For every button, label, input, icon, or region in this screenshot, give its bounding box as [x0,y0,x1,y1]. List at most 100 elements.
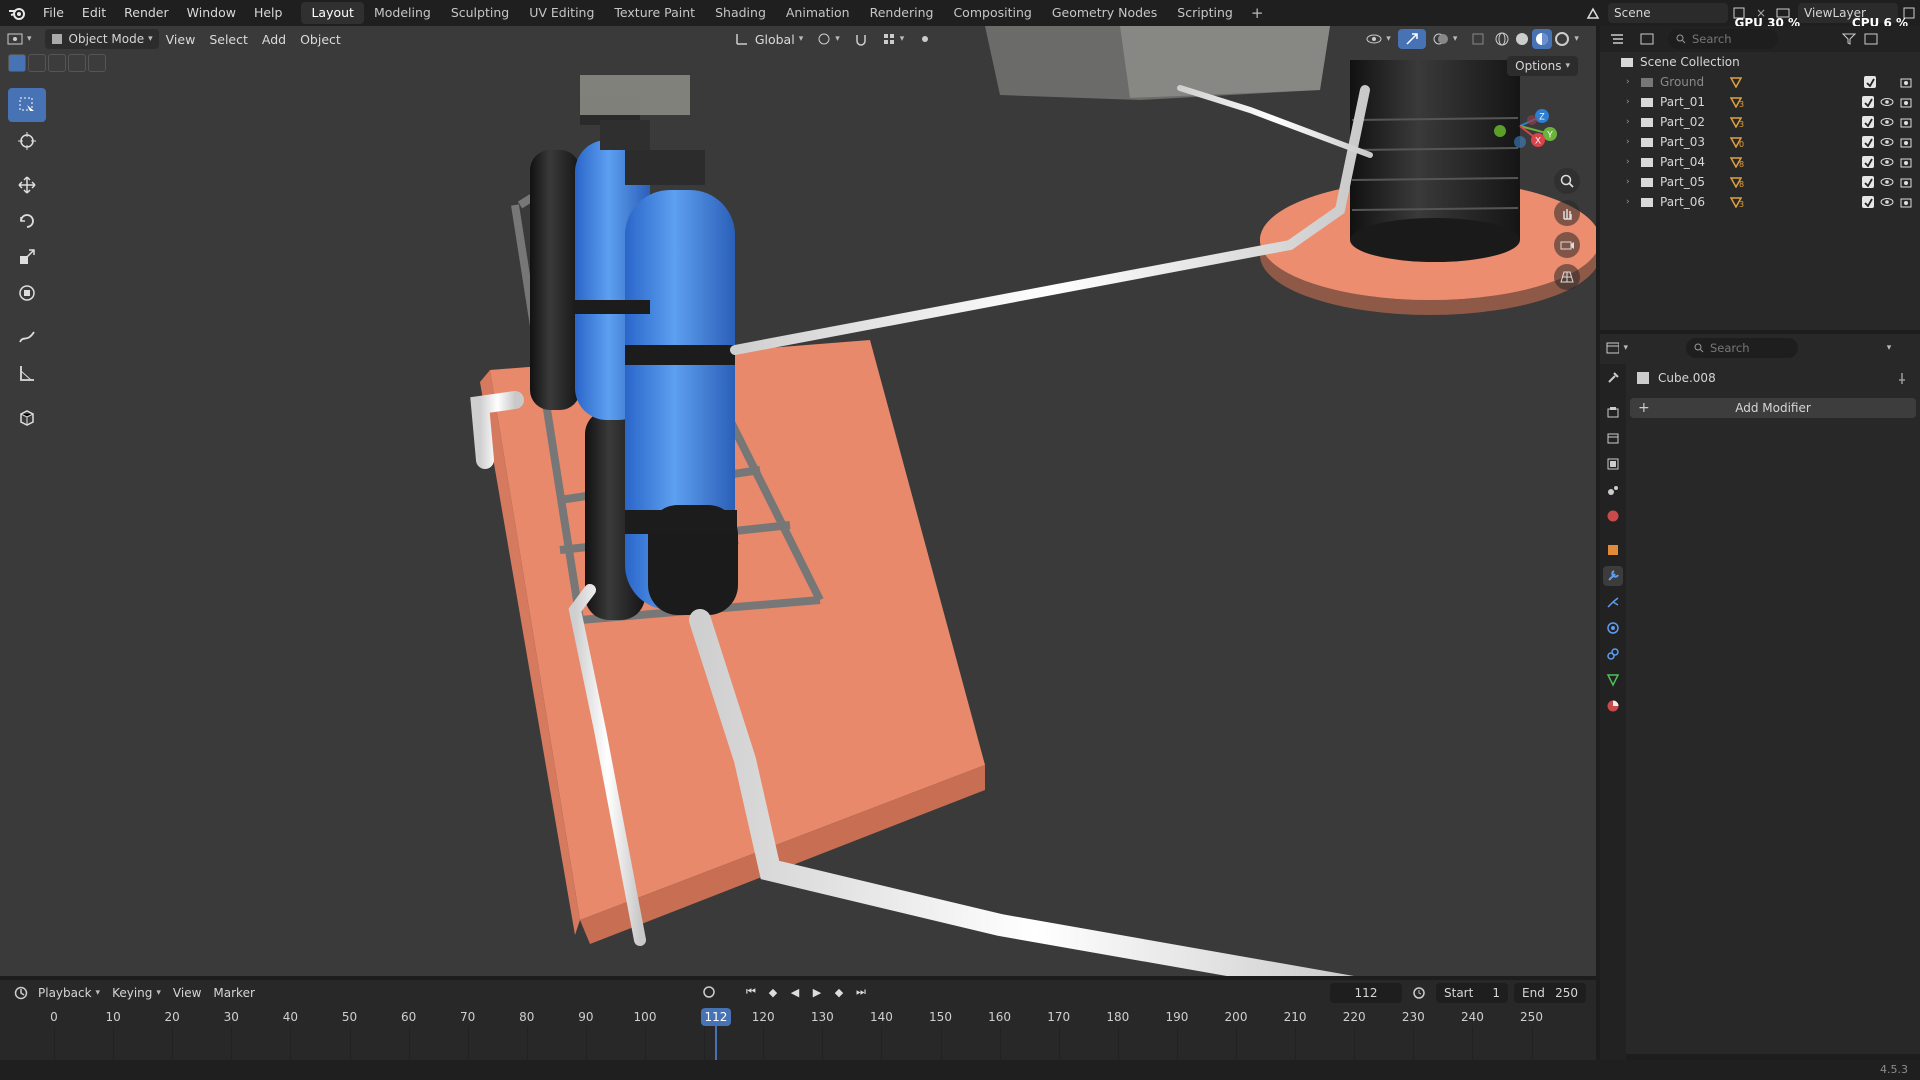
outliner-row-part-02[interactable]: › Part_02 3 [1600,112,1920,132]
cursor-tool-icon[interactable] [8,124,46,158]
material-tab-icon[interactable] [1603,696,1623,716]
constraints-tab-icon[interactable] [1603,644,1623,664]
scene-field[interactable]: Scene [1608,3,1728,23]
camera-render-icon[interactable] [1900,156,1912,168]
play-reverse-icon[interactable]: ◀ [786,983,804,1001]
expand-arrow-icon[interactable]: › [1626,177,1640,187]
expand-arrow-icon[interactable]: › [1626,157,1640,167]
visibility-icon[interactable]: ▾ [1359,29,1398,49]
3d-viewport[interactable]: ▾ Object Mode ▾ View Select Add Object Gl… [0,26,1596,976]
scene-collection-row[interactable]: Scene Collection [1600,52,1920,72]
tab-layout[interactable]: Layout [301,2,364,24]
select-extend-icon[interactable] [28,54,46,72]
timeline-menu-playback[interactable]: Playback ▾ [32,986,106,1000]
physics-tab-icon[interactable] [1603,618,1623,638]
current-frame-field[interactable]: 112 [1330,983,1402,1003]
expand-arrow-icon[interactable]: › [1626,117,1640,127]
playhead-line[interactable] [714,1026,717,1060]
output-tab-icon[interactable] [1603,428,1623,448]
xray-icon[interactable] [1464,29,1492,49]
object-tab-icon[interactable] [1603,540,1623,560]
expand-arrow-icon[interactable]: › [1626,97,1640,107]
timeline-menu-keying[interactable]: Keying ▾ [106,986,167,1000]
select-subtract-icon[interactable] [48,54,66,72]
tab-compositing[interactable]: Compositing [943,2,1041,24]
pivot-point-icon[interactable]: ▾ [810,29,847,49]
viewport-menu-object[interactable]: Object [293,29,348,49]
snap-grid-icon[interactable]: ▾ [875,29,912,49]
tool-tab-icon[interactable] [1603,368,1623,388]
expand-arrow-icon[interactable]: › [1626,77,1640,87]
measure-tool-icon[interactable] [8,356,46,390]
expand-arrow-icon[interactable]: › [1626,197,1640,207]
scene-tab-icon[interactable] [1603,480,1623,500]
eye-icon[interactable] [1880,97,1894,107]
camera-render-icon[interactable] [1900,116,1912,128]
end-frame-field[interactable]: End 250 [1514,983,1586,1003]
viewport-menu-select[interactable]: Select [202,29,255,49]
display-mode-icon[interactable] [1636,29,1658,49]
select-new-icon[interactable] [8,54,26,72]
timeline-menu-view[interactable]: View [167,986,207,1000]
editor-type-icon[interactable]: ▾ [0,29,39,49]
shading-material-icon[interactable] [1532,29,1553,49]
exclude-checkbox[interactable] [1862,136,1874,148]
outliner-row-part-05[interactable]: › Part_05 8 [1600,172,1920,192]
outliner-row-part-01[interactable]: › Part_01 3 [1600,92,1920,112]
menu-render[interactable]: Render [115,0,178,26]
menu-help[interactable]: Help [245,0,292,26]
jump-start-icon[interactable]: ⏮ [742,983,760,1001]
outliner-row-part-06[interactable]: › Part_06 3 [1600,192,1920,212]
tab-scripting[interactable]: Scripting [1167,2,1243,24]
shading-rendered-icon[interactable]: ▾ [1552,29,1581,49]
camera-render-icon[interactable] [1900,196,1912,208]
current-frame-marker[interactable]: 112 [700,1008,731,1026]
camera-render-icon[interactable] [1900,176,1912,188]
exclude-checkbox[interactable] [1864,76,1876,88]
tab-modeling[interactable]: Modeling [364,2,441,24]
select-box-tool-icon[interactable] [8,88,46,122]
modifier-tab-icon[interactable] [1603,566,1623,586]
eye-icon[interactable] [1880,177,1894,187]
scene-selector-icon[interactable] [1582,3,1604,23]
expand-arrow-icon[interactable]: › [1626,137,1640,147]
scale-tool-icon[interactable] [8,240,46,274]
object-mode-select[interactable]: Object Mode ▾ [44,29,159,49]
proportional-edit-icon[interactable] [911,29,939,49]
add-workspace-icon[interactable]: + [1243,4,1272,22]
pan-hand-icon[interactable] [1554,200,1580,226]
eye-icon[interactable] [1880,137,1894,147]
menu-window[interactable]: Window [178,0,245,26]
perspective-grid-icon[interactable] [1554,264,1580,290]
view-layer-tab-icon[interactable] [1603,454,1623,474]
shading-wireframe-icon[interactable] [1492,29,1512,49]
pin-icon[interactable] [1896,372,1908,384]
outliner-row-part-03[interactable]: › Part_03 0 [1600,132,1920,152]
particles-tab-icon[interactable] [1603,592,1623,612]
transform-orientation-select[interactable]: Global ▾ [728,29,810,49]
timeline-ruler[interactable]: 0102030405060708090100112013014015016017… [0,1006,1596,1060]
properties-editor-type-icon[interactable]: ▾ [1606,338,1628,358]
tab-animation[interactable]: Animation [776,2,860,24]
eye-icon[interactable] [1880,197,1894,207]
eye-icon[interactable] [1880,157,1894,167]
world-tab-icon[interactable] [1603,506,1623,526]
prev-keyframe-icon[interactable]: ◆ [764,983,782,1001]
annotate-tool-icon[interactable] [8,320,46,354]
next-keyframe-icon[interactable]: ◆ [830,983,848,1001]
exclude-checkbox[interactable] [1862,176,1874,188]
select-invert-icon[interactable] [68,54,86,72]
tab-shading[interactable]: Shading [705,2,776,24]
exclude-checkbox[interactable] [1862,96,1874,108]
eye-icon[interactable] [1880,117,1894,127]
start-frame-field[interactable]: Start 1 [1436,983,1508,1003]
add-modifier-button[interactable]: + Add Modifier [1630,398,1916,418]
outliner-row-ground[interactable]: › Ground [1600,72,1920,92]
tab-sculpting[interactable]: Sculpting [441,2,519,24]
blender-logo-icon[interactable] [0,0,34,26]
zoom-icon[interactable] [1554,168,1580,194]
filter-icon[interactable] [1838,29,1860,49]
data-tab-icon[interactable] [1603,670,1623,690]
render-tab-icon[interactable] [1603,402,1623,422]
transform-tool-icon[interactable] [8,276,46,310]
